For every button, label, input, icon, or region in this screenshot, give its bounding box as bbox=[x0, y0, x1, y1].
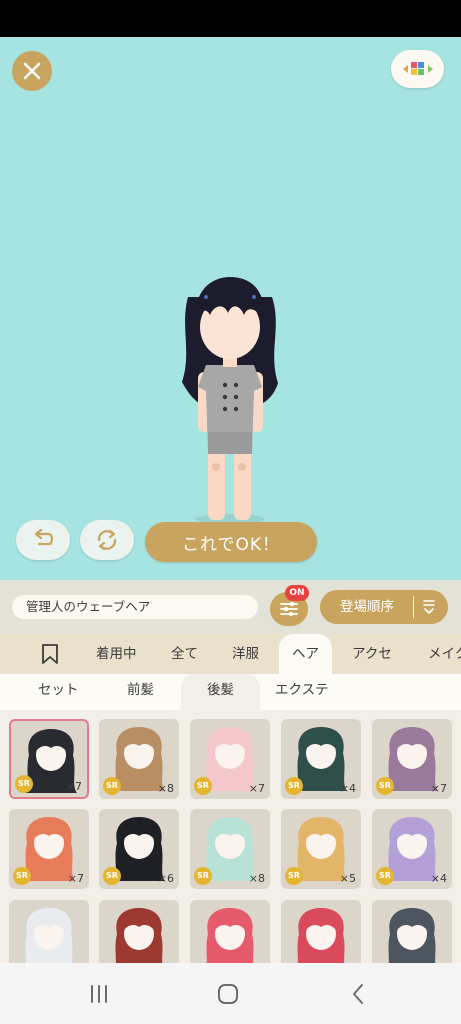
close-button[interactable] bbox=[12, 51, 52, 91]
hair-item-card[interactable] bbox=[99, 900, 179, 963]
view-toggle-button[interactable] bbox=[391, 50, 444, 88]
hair-item-card[interactable] bbox=[372, 900, 452, 963]
color-blocks-icon bbox=[402, 62, 433, 75]
tab-accessory[interactable]: アクセ bbox=[352, 634, 392, 674]
home-button[interactable] bbox=[213, 981, 243, 1007]
sort-divider bbox=[413, 596, 414, 618]
hair-item-card[interactable]: SR ×7 bbox=[190, 719, 270, 799]
rarity-badge: SR bbox=[376, 777, 394, 795]
rarity-badge: SR bbox=[285, 867, 303, 885]
hair-item-card[interactable]: SR ×5 bbox=[281, 809, 361, 889]
confirm-button[interactable]: これでOK！ bbox=[145, 522, 317, 562]
hair-item-card[interactable]: SR ×7 bbox=[9, 719, 89, 799]
hair-item-card[interactable]: SR ×8 bbox=[190, 809, 270, 889]
undo-icon bbox=[34, 529, 54, 546]
sliders-icon bbox=[280, 601, 298, 617]
owned-count: ×4 bbox=[339, 782, 356, 795]
sort-order-icon bbox=[423, 600, 435, 614]
owned-count: ×7 bbox=[248, 782, 265, 795]
bookmark-icon bbox=[42, 644, 58, 664]
subtab-extensions[interactable]: エクステ bbox=[275, 674, 329, 710]
owned-count: ×7 bbox=[65, 780, 82, 793]
hair-item-card[interactable] bbox=[281, 900, 361, 963]
rarity-badge: SR bbox=[15, 775, 33, 793]
rarity-badge: SR bbox=[194, 777, 212, 795]
sort-label: 登場順序 bbox=[340, 599, 394, 615]
hair-item-card[interactable] bbox=[190, 900, 270, 963]
hair-item-card[interactable]: SR ×7 bbox=[372, 719, 452, 799]
status-bar bbox=[0, 0, 461, 37]
subtab-set[interactable]: セット bbox=[38, 674, 79, 710]
filter-on-badge: ON bbox=[285, 585, 309, 601]
hair-item-card[interactable]: SR ×8 bbox=[99, 719, 179, 799]
shuffle-button[interactable] bbox=[80, 520, 134, 560]
close-icon bbox=[23, 62, 41, 80]
item-grid: SR ×7 SR ×8 SR ×7 SR ×4 SR ×7 SR ×7 SR ×6 SR ×8 SR ×5 SR ×4 bbox=[0, 710, 461, 963]
rotate-arrows-icon bbox=[97, 529, 117, 551]
category-tabs: 着用中 全て 洋服 ヘア アクセ メイク bbox=[0, 634, 461, 674]
subtab-bangs[interactable]: 前髪 bbox=[127, 674, 154, 710]
avatar-figure bbox=[182, 277, 278, 520]
back-button[interactable] bbox=[343, 981, 373, 1007]
owned-count: ×6 bbox=[157, 872, 174, 885]
hair-thumbnail bbox=[25, 908, 73, 963]
owned-count: ×4 bbox=[430, 872, 447, 885]
owned-count: ×5 bbox=[339, 872, 356, 885]
owned-count: ×7 bbox=[430, 782, 447, 795]
avatar-stage: これでOK！ bbox=[0, 37, 461, 580]
tab-makeup[interactable]: メイク bbox=[428, 634, 461, 674]
tab-clothes[interactable]: 洋服 bbox=[232, 634, 259, 674]
rarity-badge: SR bbox=[13, 867, 31, 885]
item-name: 管理人のウェーブヘア bbox=[12, 595, 258, 619]
hair-item-card[interactable]: SR ×4 bbox=[281, 719, 361, 799]
home-icon bbox=[218, 984, 238, 1004]
undo-button[interactable] bbox=[16, 520, 70, 560]
owned-count: ×8 bbox=[157, 782, 174, 795]
hair-item-card[interactable]: SR ×7 bbox=[9, 809, 89, 889]
recent-apps-button[interactable] bbox=[84, 981, 114, 1007]
hair-thumbnail bbox=[115, 908, 163, 963]
bookmark-tab[interactable] bbox=[40, 634, 60, 674]
system-nav-bar bbox=[0, 963, 461, 1024]
hair-item-card[interactable] bbox=[9, 900, 89, 963]
hair-thumbnail bbox=[388, 908, 436, 963]
rarity-badge: SR bbox=[376, 867, 394, 885]
rarity-badge: SR bbox=[103, 867, 121, 885]
rarity-badge: SR bbox=[194, 867, 212, 885]
rarity-badge: SR bbox=[103, 777, 121, 795]
tab-hair[interactable]: ヘア bbox=[279, 634, 332, 674]
hair-thumbnail bbox=[297, 908, 345, 963]
hair-subtabs: セット 前髪 後髪 エクステ bbox=[0, 674, 461, 710]
owned-count: ×7 bbox=[67, 872, 84, 885]
owned-count: ×8 bbox=[248, 872, 265, 885]
hair-thumbnail bbox=[206, 908, 254, 963]
tab-wearing[interactable]: 着用中 bbox=[96, 634, 137, 674]
item-name-bar: 管理人のウェーブヘア ON 登場順序 bbox=[0, 580, 461, 634]
recent-apps-icon bbox=[91, 985, 107, 1003]
back-icon bbox=[353, 984, 363, 1004]
rarity-badge: SR bbox=[285, 777, 303, 795]
hair-item-card[interactable]: SR ×4 bbox=[372, 809, 452, 889]
tab-all[interactable]: 全て bbox=[171, 634, 198, 674]
subtab-back-hair[interactable]: 後髪 bbox=[181, 674, 260, 710]
hair-item-card[interactable]: SR ×6 bbox=[99, 809, 179, 889]
sort-button[interactable]: 登場順序 bbox=[320, 590, 448, 624]
